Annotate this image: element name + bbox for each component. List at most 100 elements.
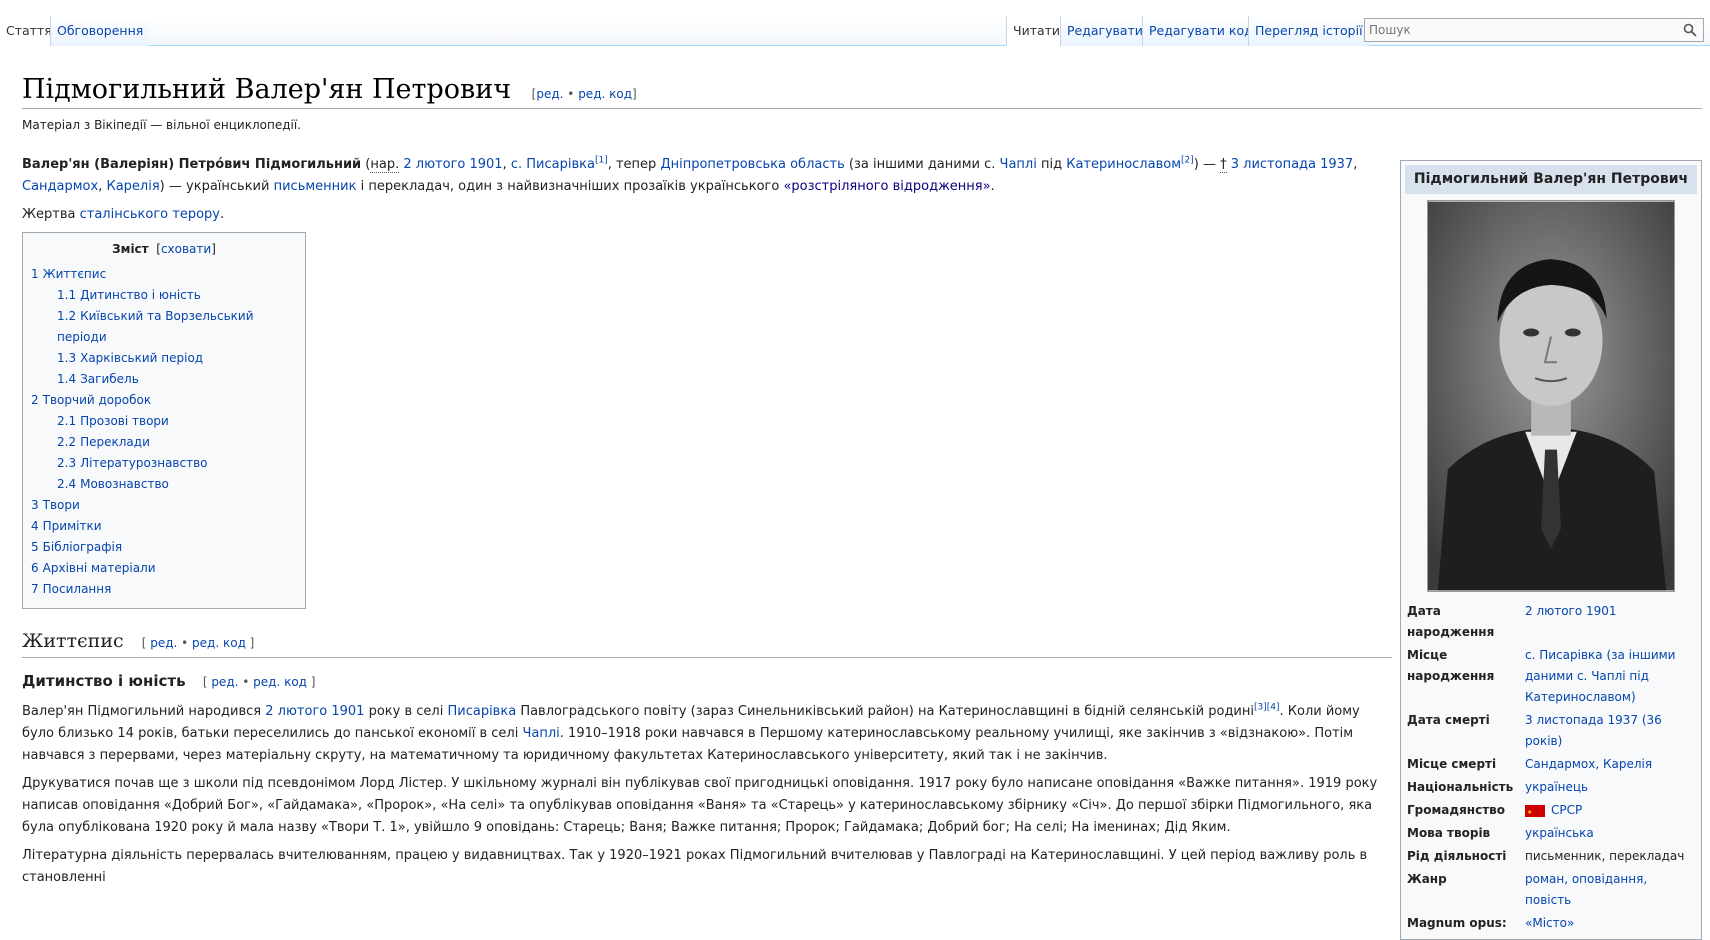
chapli-link[interactable]: Чаплі	[1000, 157, 1037, 172]
toc-item-label[interactable]: Примітки	[43, 519, 102, 533]
intro-text-a: — український	[168, 179, 270, 194]
toc-item[interactable]: 1.3 Харківський період	[31, 348, 297, 369]
infobox-value-text[interactable]: Сандармох, Карелія	[1525, 757, 1652, 771]
tab-read[interactable]: Читати	[1006, 16, 1067, 46]
toc-item[interactable]: 6 Архівні матеріали	[31, 558, 297, 579]
death-date-link[interactable]: 3 листопада 1937	[1231, 157, 1353, 172]
renaissance-link[interactable]: «розстріляного відродження»	[783, 179, 990, 194]
p1-date-link[interactable]: 2 лютого 1901	[265, 704, 364, 719]
toc-item-label[interactable]: Загибель	[80, 372, 139, 386]
subsection-edit-link[interactable]: ред.	[211, 675, 238, 689]
dagger-icon: †	[1220, 157, 1227, 173]
toc-item-label[interactable]: Прозові твори	[80, 414, 169, 428]
ref-1[interactable]: [1]	[595, 156, 608, 166]
tab-talk[interactable]: Обговорення	[50, 16, 150, 46]
tab-edit-source[interactable]: Редагувати код	[1142, 16, 1259, 46]
edit-link[interactable]: ред.	[536, 87, 563, 101]
section-heading-biography: Життєпис [ ред. • ред. код ]	[22, 629, 1392, 658]
toc-item-number: 7	[31, 582, 39, 596]
toc-item[interactable]: 2 Творчий доробок	[31, 390, 297, 411]
p1-refs[interactable]: [3][4]	[1254, 703, 1280, 713]
karelia-link[interactable]: Карелія	[106, 179, 159, 194]
search-icon[interactable]	[1683, 23, 1697, 37]
childhood-paragraph-3: Літературна діяльність перервалась вчите…	[22, 848, 1368, 885]
toc-item[interactable]: 1 Життєпис	[31, 264, 297, 285]
infobox-value-text[interactable]: 2 лютого 1901	[1525, 604, 1617, 618]
toc-item-label[interactable]: Твори	[43, 498, 80, 512]
table-of-contents: Зміст [сховати] 1 Життєпис 1.1 Дитинство і …	[22, 232, 306, 609]
infobox-value-text[interactable]: роман, оповідання, повість	[1525, 872, 1647, 907]
infobox-value-text[interactable]: українець	[1525, 780, 1588, 794]
toc-item-label[interactable]: Київський та Ворзельський періоди	[57, 309, 254, 344]
writer-link[interactable]: письменник	[274, 179, 357, 194]
subsection-heading-childhood: Дитинство і юність [ ред. • ред. код ]	[22, 670, 1392, 693]
infobox-value[interactable]: українська	[1525, 823, 1697, 844]
toc-item[interactable]: 7 Посилання	[31, 579, 297, 600]
birth-date-link[interactable]: 2 лютого 1901	[403, 157, 502, 172]
toc-item-label[interactable]: Творчий доробок	[43, 393, 151, 407]
infobox-value[interactable]: роман, оповідання, повість	[1525, 869, 1697, 911]
toc-item-label[interactable]: Бібліографія	[43, 540, 122, 554]
portrait-photo[interactable]	[1427, 200, 1675, 592]
section-edit-code-link[interactable]: ред. код	[192, 636, 246, 650]
infobox-value[interactable]: українець	[1525, 777, 1697, 798]
infobox-value[interactable]: СРСР	[1525, 800, 1697, 823]
search-input[interactable]	[1365, 19, 1665, 41]
katerynoslav-link[interactable]: Катеринославом	[1066, 157, 1181, 172]
toc-item[interactable]: 1.1 Дитинство і юність	[31, 285, 297, 306]
toc-item-label[interactable]: Архівні матеріали	[43, 561, 156, 575]
toc-item-label[interactable]: Посилання	[43, 582, 112, 596]
toc-item-label[interactable]: Харківський період	[80, 351, 203, 365]
toc-item[interactable]: 1.4 Загибель	[31, 369, 297, 390]
toc-item[interactable]: 3 Твори	[31, 495, 297, 516]
tab-edit[interactable]: Редагувати	[1060, 16, 1149, 46]
toc-item[interactable]: 2.1 Прозові твори	[31, 411, 297, 432]
oblast-link[interactable]: Дніпропетровська область	[660, 157, 844, 172]
toc-item-label[interactable]: Життєпис	[43, 267, 107, 281]
infobox-value[interactable]: 2 лютого 1901	[1525, 601, 1697, 643]
toc-item[interactable]: 5 Бібліографія	[31, 537, 297, 558]
infobox-row: Національність українець	[1405, 776, 1697, 799]
toc-item[interactable]: 4 Примітки	[31, 516, 297, 537]
infobox-value-text[interactable]: 3 листопада 1937 (36 років)	[1525, 713, 1662, 748]
p1-village-link[interactable]: Писарівка	[447, 704, 516, 719]
toc-item[interactable]: 2.2 Переклади	[31, 432, 297, 453]
infobox-row: Громадянство СРСР	[1405, 799, 1697, 823]
sandarmokh-link[interactable]: Сандармох	[22, 179, 98, 194]
subsection-edit-code-link[interactable]: ред. код	[253, 675, 307, 689]
infobox-value-text[interactable]: СРСР	[1551, 803, 1582, 817]
toc-item-number: 5	[31, 540, 39, 554]
p1-chapli-link[interactable]: Чаплі	[522, 726, 559, 741]
toc-item-label[interactable]: Мовознавство	[80, 477, 169, 491]
toc-item-number: 2.4	[57, 477, 77, 491]
subject-name: Валер'ян (Валеріян) Петро́вич Підмогильн…	[22, 157, 362, 172]
toc-item-label[interactable]: Літературознавство	[80, 456, 207, 470]
toc-item-number: 1.3	[57, 351, 77, 365]
infobox-value-text[interactable]: українська	[1525, 826, 1594, 840]
infobox-value[interactable]: с. Писарівка (за іншими даними с. Чаплі …	[1525, 645, 1697, 708]
toc-item-number: 6	[31, 561, 39, 575]
born-village-link[interactable]: Писарівка	[526, 157, 595, 172]
infobox-value[interactable]: 3 листопада 1937 (36 років)	[1525, 710, 1697, 752]
ref-2[interactable]: [2]	[1181, 156, 1194, 166]
infobox-value-text[interactable]: с. Писарівка (за іншими даними с. Чаплі …	[1525, 648, 1675, 704]
toc-item-label[interactable]: Переклади	[80, 435, 150, 449]
toc-item[interactable]: 2.3 Літературознавство	[31, 453, 297, 474]
under-text: під	[1040, 157, 1063, 172]
toc-item-label[interactable]: Дитинство і юність	[80, 288, 201, 302]
toc-item[interactable]: 1.2 Київський та Ворзельський періоди	[31, 306, 297, 348]
toc-item-number: 2.1	[57, 414, 77, 428]
infobox-value-text[interactable]: «Місто»	[1525, 916, 1574, 930]
toc-title: Зміст	[112, 242, 149, 256]
now-text: тепер	[615, 157, 657, 172]
subsection-title: Дитинство і юність	[22, 672, 186, 690]
edit-code-link[interactable]: ред. код	[578, 87, 632, 101]
infobox-value-text[interactable]: письменник, перекладач	[1525, 849, 1684, 863]
infobox-value[interactable]: «Місто»	[1525, 913, 1697, 934]
tab-history[interactable]: Перегляд історії	[1248, 16, 1369, 46]
toc-hide-link[interactable]: сховати	[161, 242, 211, 256]
section-edit-link[interactable]: ред.	[150, 636, 177, 650]
terror-link[interactable]: сталінського терору	[80, 207, 220, 222]
toc-item[interactable]: 2.4 Мовознавство	[31, 474, 297, 495]
infobox-value[interactable]: Сандармох, Карелія	[1525, 754, 1697, 775]
